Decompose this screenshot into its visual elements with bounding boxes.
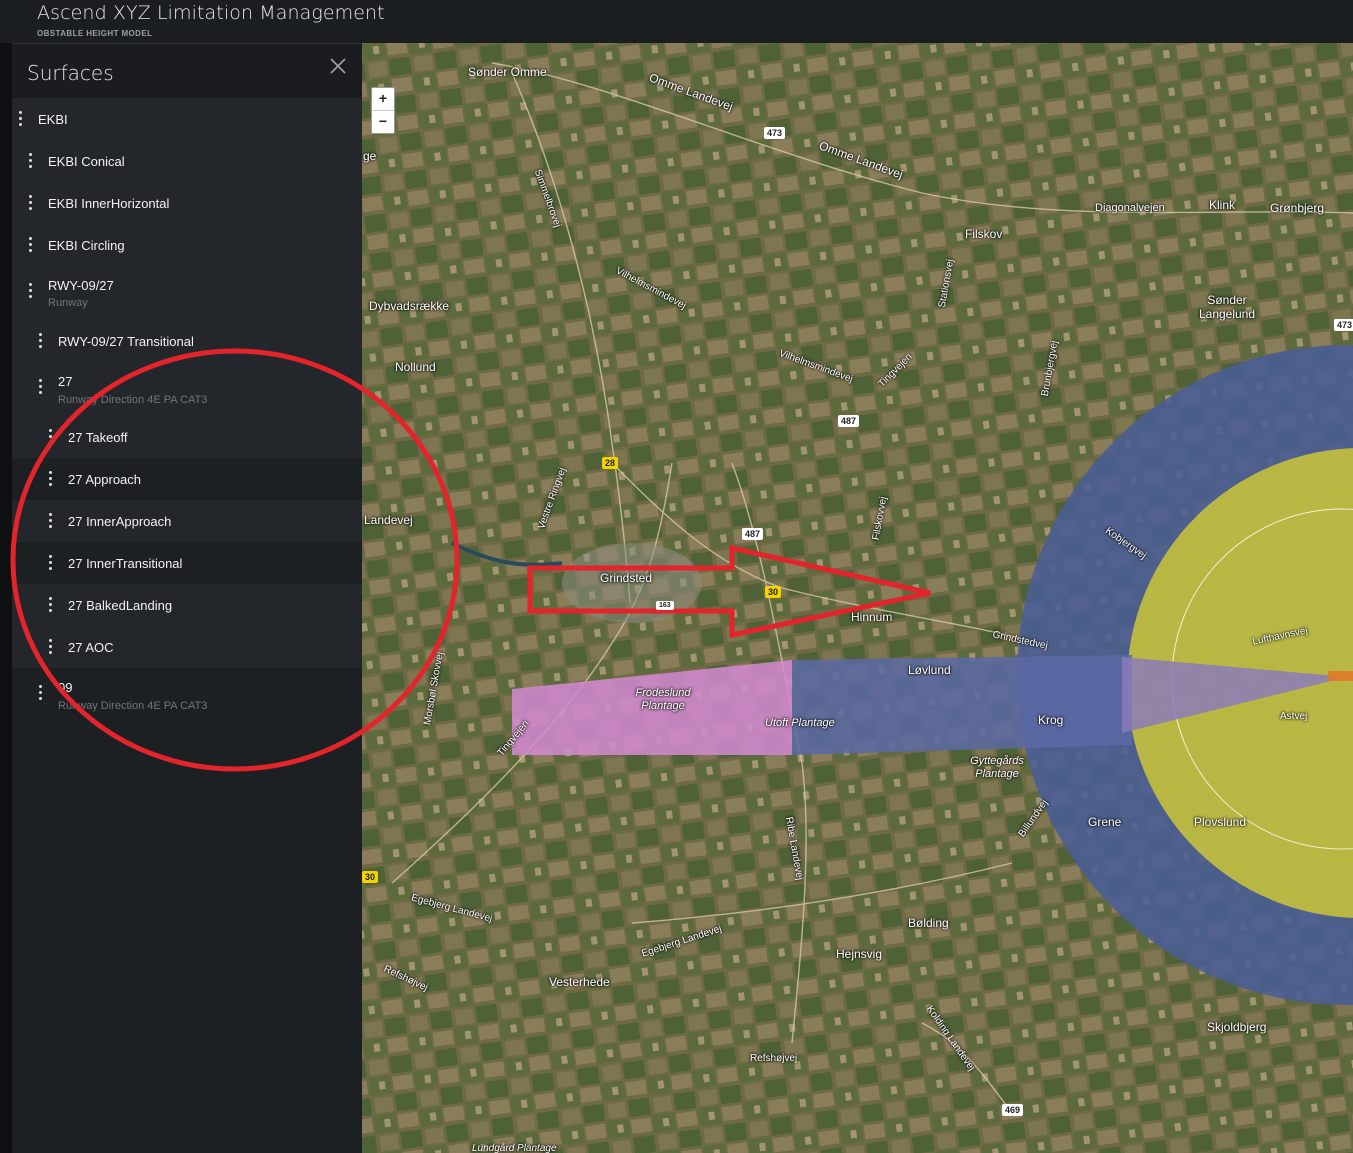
tree-item-sublabel: Runway — [48, 297, 88, 309]
tree-item-label: 27 Approach — [68, 472, 142, 487]
more-icon[interactable] — [49, 639, 53, 655]
map-label: Løvlund — [908, 663, 951, 677]
road-shield: 487 — [742, 528, 764, 540]
more-icon[interactable] — [39, 379, 43, 395]
tree-item-ekbi-conical[interactable]: EKBI Conical — [12, 140, 362, 182]
tree-item-27-innerapproach[interactable]: 27 InnerApproach — [12, 500, 362, 542]
map-label: Hinnum — [851, 610, 893, 624]
map-label: Refshøjvej — [750, 1053, 798, 1064]
more-icon[interactable] — [29, 283, 33, 299]
more-icon[interactable] — [49, 597, 53, 613]
more-icon[interactable] — [49, 555, 53, 571]
close-icon[interactable] — [328, 56, 348, 76]
sidebar-header: Surfaces — [12, 43, 362, 99]
road-shield: 473 — [1334, 319, 1353, 331]
more-icon[interactable] — [19, 111, 23, 127]
tree-item-ekbi[interactable]: EKBI — [12, 98, 362, 140]
map-label: Hejnsvig — [836, 947, 883, 961]
map-label: Landevej — [364, 513, 413, 527]
map-view[interactable]: + − Sønder Omme Omme Landevej Omme Lande… — [362, 43, 1353, 1153]
tree-item-rwy-09-27-transitional[interactable]: RWY-09/27 Transitional — [12, 320, 362, 362]
tree-item-rwy-09-27[interactable]: RWY-09/27 Runway — [12, 266, 362, 320]
tree-item-sublabel: Runway Direction 4E PA CAT3 — [58, 394, 208, 406]
tree-item-label: EKBI — [38, 112, 68, 127]
app-subtitle: OBSTABLE HEIGHT MODEL — [37, 29, 153, 38]
approach-outer-surface — [792, 655, 1132, 755]
map-label: Klink — [1209, 198, 1236, 212]
map-label: Grindsted — [600, 571, 653, 585]
more-icon[interactable] — [49, 429, 53, 445]
map-label: Dybvadsrække — [369, 299, 450, 313]
tree-item-label: 27 Takeoff — [68, 430, 128, 445]
tree-item-label: 27 — [58, 374, 73, 389]
tree-item-label: 27 BalkedLanding — [68, 598, 173, 613]
tree-item-27-balkedlanding[interactable]: 27 BalkedLanding — [12, 584, 362, 626]
map-label: Nollund — [395, 360, 436, 374]
map-label: Plovslund — [1194, 815, 1247, 829]
tree-item-ekbi-circling[interactable]: EKBI Circling — [12, 224, 362, 266]
more-icon[interactable] — [49, 513, 53, 529]
map-label: Filskov — [965, 227, 1003, 241]
map-label: Diagonalvejen — [1095, 202, 1165, 214]
app-title: Ascend XYZ Limitation Management — [37, 2, 385, 24]
top-bar: Ascend XYZ Limitation Management OBSTABL… — [0, 0, 1353, 43]
road-shield: 469 — [1002, 1104, 1024, 1116]
map-label: Utoft Plantage — [765, 717, 835, 729]
tree-item-label: 27 AOC — [68, 640, 114, 655]
tree-item-ekbi-innerhorizontal[interactable]: EKBI InnerHorizontal — [12, 182, 362, 224]
zoom-out-button[interactable]: − — [372, 110, 394, 133]
more-icon[interactable] — [29, 237, 33, 253]
map-label: ge — [363, 149, 377, 163]
tree-item-label: 09 — [58, 680, 73, 695]
tree-item-label: EKBI Circling — [48, 238, 125, 253]
tree-item-label: RWY-09/27 Transitional — [58, 334, 194, 349]
zoom-in-button[interactable]: + — [372, 88, 394, 110]
tree-item-label: 27 InnerApproach — [68, 514, 172, 529]
more-icon[interactable] — [39, 333, 43, 349]
road-shield: 30 — [765, 586, 782, 598]
satellite-basemap — [362, 43, 1353, 1153]
tree-item-label: EKBI Conical — [48, 154, 125, 169]
more-icon[interactable] — [39, 685, 43, 701]
tree-item-27-innertransitional[interactable]: 27 InnerTransitional — [12, 542, 362, 584]
map-label: Sønder Omme — [468, 65, 547, 79]
sidebar-title: Surfaces — [27, 61, 114, 85]
map-label: Vesterhede — [549, 975, 610, 989]
road-shield: 473 — [764, 127, 786, 139]
map-label: Frodeslund Plantage — [635, 687, 691, 712]
tree-item-sublabel: Runway Direction 4E PA CAT3 — [58, 700, 208, 712]
map-label: Grene — [1088, 815, 1122, 829]
map-label: Bølding — [908, 916, 949, 930]
tree-item-27-approach[interactable]: 27 Approach — [12, 458, 362, 500]
map-label: Lundgård Plantage — [472, 1143, 557, 1153]
more-icon[interactable] — [29, 153, 33, 169]
map-label: Gyttegårds Plantage — [970, 755, 1024, 780]
tree-item-label: 27 InnerTransitional — [68, 556, 183, 571]
tree-item-label: EKBI InnerHorizontal — [48, 196, 170, 211]
zoom-control: + − — [371, 87, 395, 134]
map-label: Krog — [1038, 713, 1064, 727]
map-label: Sønder Langelund — [1198, 293, 1256, 321]
tree-item-label: RWY-09/27 — [48, 278, 114, 293]
road-shield: 28 — [602, 457, 619, 469]
surfaces-sidebar: Surfaces EKBI EKBI Conical EKBI InnerHor… — [12, 43, 362, 1153]
tree-item-27[interactable]: 27 Runway Direction 4E PA CAT3 — [12, 362, 362, 416]
more-icon[interactable] — [29, 195, 33, 211]
map-label: Skjoldbjerg — [1207, 1020, 1267, 1034]
tree-item-27-aoc[interactable]: 27 AOC — [12, 626, 362, 668]
road-shield: 163 — [656, 601, 674, 610]
more-icon[interactable] — [49, 471, 53, 487]
left-strip — [0, 43, 12, 1153]
map-label: Astvej — [1280, 711, 1308, 722]
road-shield: 487 — [838, 415, 860, 427]
map-label: Grønbjerg — [1270, 201, 1325, 215]
tree-item-09[interactable]: 09 Runway Direction 4E PA CAT3 — [12, 668, 362, 722]
tree-item-27-takeoff[interactable]: 27 Takeoff — [12, 416, 362, 458]
road-shield: 30 — [362, 871, 379, 883]
